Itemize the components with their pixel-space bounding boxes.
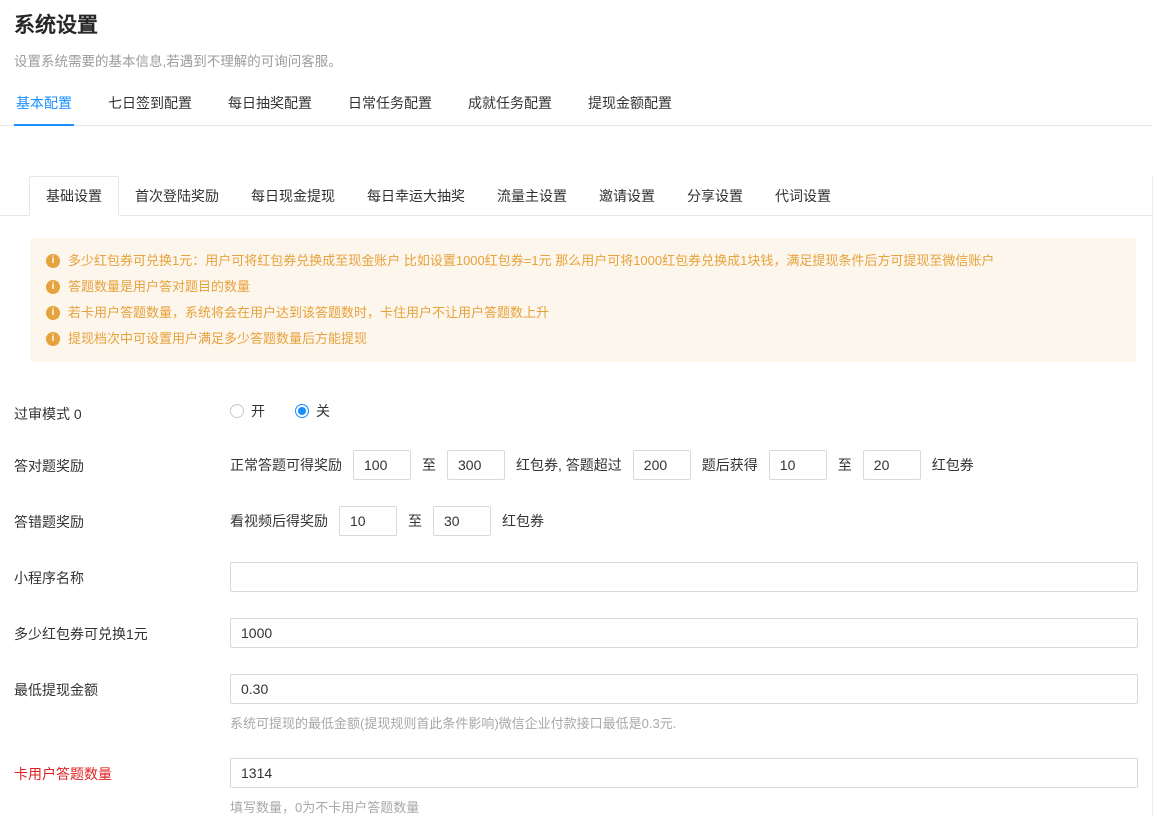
sub-tab-daily-cash-withdraw[interactable]: 每日现金提现 [235, 176, 351, 215]
info-icon: i [46, 254, 60, 268]
min-withdraw-control: 系统可提现的最低金额(提现规则首此条件影响)微信企业付款接口最低是0.3元. [230, 674, 1152, 732]
info-icon: i [46, 280, 60, 294]
correct-reward-to1: 至 [422, 455, 436, 475]
sub-tab-bar: 基础设置 首次登陆奖励 每日现金提现 每日幸运大抽奖 流量主设置 邀请设置 分享… [0, 176, 1152, 216]
alert-row: i 若卡用户答题数量，系统将会在用户达到该答题数时，卡住用户不让用户答题数上升 [46, 300, 1120, 326]
correct-reward-to2: 至 [838, 455, 852, 475]
correct-reward-text3: 题后获得 [702, 455, 758, 475]
main-tab-basic-config[interactable]: 基本配置 [14, 84, 74, 126]
mini-program-name-control [230, 562, 1152, 592]
exchange-rate-control [230, 618, 1152, 648]
block-answer-count-help: 填写数量，0为不卡用户答题数量 [230, 797, 1138, 816]
main-tab-daily-task[interactable]: 日常任务配置 [346, 84, 434, 125]
main-tab-daily-lottery[interactable]: 每日抽奖配置 [226, 84, 314, 125]
mini-program-name-label: 小程序名称 [14, 562, 230, 592]
main-tab-bar: 基本配置 七日签到配置 每日抽奖配置 日常任务配置 成就任务配置 提现金额配置 [0, 84, 1153, 126]
alert-text: 答题数量是用户答对题目的数量 [68, 274, 250, 300]
form-row-mini-program-name: 小程序名称 [14, 562, 1152, 592]
audit-mode-off-label: 关 [316, 401, 330, 421]
sub-tab-share-settings[interactable]: 分享设置 [671, 176, 759, 215]
min-withdraw-help: 系统可提现的最低金额(提现规则首此条件影响)微信企业付款接口最低是0.3元. [230, 713, 1138, 732]
form-row-correct-reward: 答对题奖励 正常答题可得奖励 至 红包券, 答题超过 题后获得 至 红包券 [14, 450, 1152, 480]
mini-program-name-input[interactable] [230, 562, 1138, 592]
radio-unchecked-icon[interactable] [230, 404, 244, 418]
main-tab-withdraw-amount[interactable]: 提现金额配置 [586, 84, 674, 125]
alert-text: 多少红包券可兑换1元：用户可将红包券兑换成至现金账户 比如设置1000红包券=1… [68, 248, 994, 274]
sub-tab-traffic-settings[interactable]: 流量主设置 [481, 176, 583, 215]
alert-text: 提现档次中可设置用户满足多少答题数量后方能提现 [68, 326, 367, 352]
alert-row: i 多少红包券可兑换1元：用户可将红包券兑换成至现金账户 比如设置1000红包券… [46, 248, 1120, 274]
form-row-wrong-reward: 答错题奖励 看视频后得奖励 至 红包券 [14, 506, 1152, 536]
exchange-rate-label: 多少红包券可兑换1元 [14, 618, 230, 648]
sub-tab-daily-lucky-draw[interactable]: 每日幸运大抽奖 [351, 176, 481, 215]
min-withdraw-label: 最低提现金额 [14, 674, 230, 732]
form-row-audit-mode: 过审模式 0 开 关 [14, 398, 1152, 424]
correct-reward-text2: 红包券, 答题超过 [516, 455, 622, 475]
correct-reward-text4: 红包券 [932, 455, 974, 475]
audit-mode-label: 过审模式 0 [14, 398, 230, 424]
page-header: 系统设置 设置系统需要的基本信息,若遇到不理解的可询问客服。 [0, 0, 1153, 70]
wrong-reward-min-input[interactable] [339, 506, 397, 536]
info-alert: i 多少红包券可兑换1元：用户可将红包券兑换成至现金账户 比如设置1000红包券… [30, 238, 1136, 362]
settings-card: 基础设置 首次登陆奖励 每日现金提现 每日幸运大抽奖 流量主设置 邀请设置 分享… [0, 176, 1153, 816]
correct-reward-label: 答对题奖励 [14, 450, 230, 480]
form-row-block-answer-count: 卡用户答题数量 填写数量，0为不卡用户答题数量 [14, 758, 1152, 816]
main-tab-achievement-task[interactable]: 成就任务配置 [466, 84, 554, 125]
main-tab-seven-day-signin[interactable]: 七日签到配置 [106, 84, 194, 125]
correct-reward-max2-input[interactable] [863, 450, 921, 480]
correct-reward-max-input[interactable] [447, 450, 505, 480]
sub-tab-first-login-reward[interactable]: 首次登陆奖励 [119, 176, 235, 215]
sub-tab-keyword-settings[interactable]: 代词设置 [759, 176, 847, 215]
block-answer-count-input[interactable] [230, 758, 1138, 788]
info-icon: i [46, 306, 60, 320]
wrong-reward-text1: 看视频后得奖励 [230, 511, 328, 531]
alert-text: 若卡用户答题数量，系统将会在用户达到该答题数时，卡住用户不让用户答题数上升 [68, 300, 549, 326]
correct-reward-min2-input[interactable] [769, 450, 827, 480]
radio-checked-icon[interactable] [295, 404, 309, 418]
alert-row: i 提现档次中可设置用户满足多少答题数量后方能提现 [46, 326, 1120, 352]
settings-form: 过审模式 0 开 关 答对题奖励 正常答题可得奖励 至 红包券, 答题超过 [0, 398, 1152, 816]
correct-reward-control: 正常答题可得奖励 至 红包券, 答题超过 题后获得 至 红包券 [230, 450, 1152, 480]
correct-reward-text1: 正常答题可得奖励 [230, 455, 342, 475]
audit-mode-control: 开 关 [230, 398, 1152, 424]
sub-tab-basic-settings[interactable]: 基础设置 [29, 176, 119, 216]
wrong-reward-label: 答错题奖励 [14, 506, 230, 536]
exchange-rate-input[interactable] [230, 618, 1138, 648]
block-answer-count-control: 填写数量，0为不卡用户答题数量 [230, 758, 1152, 816]
alert-row: i 答题数量是用户答对题目的数量 [46, 274, 1120, 300]
audit-mode-on-option[interactable]: 开 [230, 401, 265, 421]
sub-tab-invite-settings[interactable]: 邀请设置 [583, 176, 671, 215]
wrong-reward-suffix: 红包券 [502, 511, 544, 531]
block-answer-count-label: 卡用户答题数量 [14, 758, 230, 816]
page-subtitle: 设置系统需要的基本信息,若遇到不理解的可询问客服。 [14, 50, 1139, 70]
min-withdraw-input[interactable] [230, 674, 1138, 704]
audit-mode-on-label: 开 [251, 401, 265, 421]
correct-reward-threshold-input[interactable] [633, 450, 691, 480]
form-row-exchange-rate: 多少红包券可兑换1元 [14, 618, 1152, 648]
wrong-reward-control: 看视频后得奖励 至 红包券 [230, 506, 1152, 536]
wrong-reward-max-input[interactable] [433, 506, 491, 536]
info-icon: i [46, 332, 60, 346]
page-title: 系统设置 [14, 12, 1139, 40]
wrong-reward-to: 至 [408, 511, 422, 531]
audit-mode-off-option[interactable]: 关 [295, 401, 330, 421]
correct-reward-min-input[interactable] [353, 450, 411, 480]
form-row-min-withdraw: 最低提现金额 系统可提现的最低金额(提现规则首此条件影响)微信企业付款接口最低是… [14, 674, 1152, 732]
